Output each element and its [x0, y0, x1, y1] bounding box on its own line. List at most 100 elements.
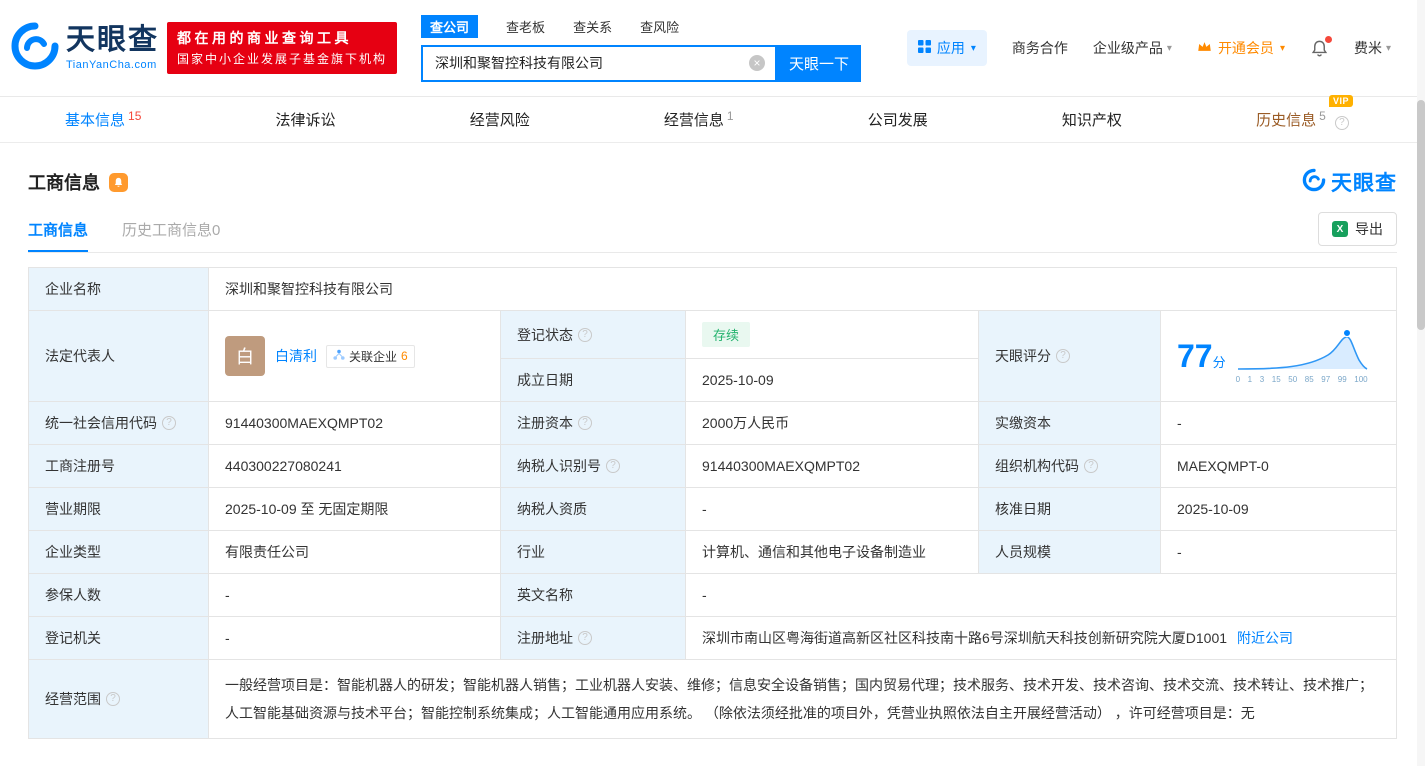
tab-basic-info-count: 15: [128, 109, 142, 123]
table-row: 法定代表人 白 白清利 关联企业 6 登记状态 ? 存续 天眼评分 ? 77分 …: [28, 310, 1397, 402]
enterprise-product-label: 企业级产品: [1092, 40, 1163, 56]
search-tabs: 查公司 查老板 查关系 查风险: [421, 14, 861, 38]
header: 天眼查 TianYanCha.com 都在用的商业查询工具 国家中小企业发展子基…: [0, 0, 1425, 97]
tab-intellectual-property[interactable]: 知识产权: [1062, 109, 1122, 130]
app-menu[interactable]: 应用 ▾: [906, 30, 987, 66]
approval-date-label: 核准日期: [978, 487, 1161, 531]
insured-label: 参保人数: [28, 573, 209, 617]
search-tab-company[interactable]: 查公司: [421, 14, 479, 38]
search-area: 查公司 查老板 查关系 查风险 × 天眼一下: [421, 14, 862, 82]
reg-capital-label-text: 注册资本: [517, 415, 573, 431]
clear-icon[interactable]: ×: [749, 55, 766, 71]
subtab-business-info[interactable]: 工商信息: [28, 211, 89, 252]
vip-button[interactable]: 开通会员 ▾: [1197, 38, 1285, 58]
search-input[interactable]: [423, 55, 750, 71]
chevron-down-icon: ▾: [1166, 42, 1172, 54]
english-name-value: -: [685, 573, 1397, 617]
tab-legal-proceedings[interactable]: 法律诉讼: [276, 109, 336, 130]
help-icon[interactable]: ?: [1334, 116, 1349, 130]
axis-tick: 15: [1271, 375, 1281, 384]
search-button[interactable]: 天眼一下: [777, 44, 862, 82]
search-tab-relation[interactable]: 查关系: [573, 17, 612, 36]
help-icon[interactable]: ?: [162, 416, 176, 430]
legal-rep-avatar[interactable]: 白: [225, 336, 265, 376]
nearby-companies-link[interactable]: 附近公司: [1237, 630, 1293, 646]
business-scope-label-text: 经营范围: [45, 691, 101, 707]
notification-bell-icon[interactable]: [1310, 35, 1332, 58]
table-row: 登记机关 - 注册地址? 深圳市南山区粤海街道高新区社区科技南十路6号深圳航天科…: [28, 616, 1397, 660]
business-term-value: 2025-10-09 至 无固定期限: [208, 487, 501, 531]
export-button[interactable]: X 导出: [1318, 212, 1397, 246]
enterprise-product-menu[interactable]: 企业级产品 ▾: [1093, 38, 1172, 58]
address-cell: 深圳市南山区粤海街道高新区社区科技南十路6号深圳航天科技创新研究院大厦D1001…: [685, 616, 1397, 660]
subtab-history-business-info[interactable]: 历史工商信息0: [122, 211, 220, 252]
export-button-label: 导出: [1355, 221, 1383, 237]
english-name-label: 英文名称: [500, 573, 686, 617]
establish-date-label: 成立日期: [500, 358, 686, 402]
tab-business-info-count: 1: [726, 109, 734, 123]
tab-history-info[interactable]: VIP 历史信息 5 ?: [1256, 95, 1353, 130]
tab-business-risk[interactable]: 经营风险: [470, 109, 530, 130]
tab-business-info[interactable]: 经营信息 1: [664, 109, 734, 130]
user-menu[interactable]: 费米 ▾: [1354, 38, 1391, 58]
reg-authority-value: -: [208, 616, 501, 660]
business-coop-link[interactable]: 商务合作: [1012, 38, 1068, 58]
help-icon[interactable]: ?: [606, 459, 620, 473]
help-icon[interactable]: ?: [578, 327, 592, 342]
tab-company-development[interactable]: 公司发展: [868, 109, 928, 130]
axis-tick: 1: [1247, 375, 1253, 384]
business-coop-label: 商务合作: [1011, 40, 1068, 56]
staff-size-value: -: [1160, 530, 1397, 574]
taxpayer-id-label: 纳税人识别号?: [500, 444, 686, 488]
subscribe-bell-icon[interactable]: [109, 172, 128, 192]
related-companies-count: 6: [401, 349, 408, 363]
industry-value: 计算机、通信和其他电子设备制造业: [685, 530, 979, 574]
score-distribution-chart: 0 1 3 15 50 85 97 99 100: [1236, 328, 1368, 384]
score-value: 77: [1177, 338, 1213, 374]
tab-business-risk-label: 经营风险: [469, 112, 530, 129]
table-row: 营业期限 2025-10-09 至 无固定期限 纳税人资质 - 核准日期 202…: [28, 487, 1397, 531]
axis-tick: 99: [1337, 375, 1347, 384]
related-companies-tag[interactable]: 关联企业 6: [326, 344, 415, 368]
company-type-value: 有限责任公司: [208, 530, 501, 574]
help-icon[interactable]: ?: [1084, 459, 1098, 473]
credit-code-value: 91440300MAEXQMPT02: [208, 401, 501, 445]
help-icon[interactable]: ?: [578, 631, 592, 645]
company-name-value: 深圳和聚智控科技有限公司: [208, 267, 1397, 311]
tianyancha-logo[interactable]: 天眼查 TianYanCha.com: [10, 21, 159, 76]
reg-number-value: 440300227080241: [208, 444, 501, 488]
address-value: 深圳市南山区粤海街道高新区社区科技南十路6号深圳航天科技创新研究院大厦D1001: [702, 630, 1228, 646]
tab-business-info-label: 经营信息: [663, 112, 724, 129]
search-tab-boss[interactable]: 查老板: [506, 17, 545, 36]
tab-basic-info[interactable]: 基本信息 15: [65, 109, 141, 130]
sub-tab-bar: 工商信息 历史工商信息0 X 导出: [28, 211, 1397, 253]
address-label: 注册地址?: [500, 616, 686, 660]
tianyancha-logo-icon: [10, 21, 60, 76]
tab-basic-info-label: 基本信息: [65, 112, 126, 129]
legal-rep-link[interactable]: 白清利: [275, 346, 317, 366]
help-icon[interactable]: ?: [578, 416, 592, 430]
reg-status-cell: 存续: [685, 310, 979, 359]
scrollbar-thumb[interactable]: [1417, 100, 1425, 330]
scrollbar[interactable]: [1417, 0, 1425, 766]
legal-rep-label: 法定代表人: [28, 310, 209, 402]
score-cell: 77分 0 1 3 15 50 85 97 99 100: [1160, 310, 1397, 402]
chevron-down-icon: ▾: [1385, 42, 1391, 54]
business-info-table: 企业名称 深圳和聚智控科技有限公司 法定代表人 白 白清利 关联企业 6 登记状…: [28, 267, 1397, 739]
top-navigation: 应用 ▾ 商务合作 企业级产品 ▾ 开通会员 ▾ 费米 ▾: [906, 30, 1391, 66]
table-row: 经营范围? 一般经营项目是：智能机器人的研发；智能机器人销售；工业机器人安装、维…: [28, 659, 1397, 739]
excel-icon: X: [1332, 221, 1348, 237]
tianyancha-watermark-text: 天眼查: [1331, 172, 1397, 195]
search-box: ×: [421, 44, 778, 82]
taxpayer-id-label-text: 纳税人识别号: [517, 458, 601, 474]
search-tab-risk[interactable]: 查风险: [640, 17, 679, 36]
company-name-label: 企业名称: [28, 267, 209, 311]
help-icon[interactable]: ?: [1056, 349, 1070, 363]
brand-tagline: 都在用的商业查询工具 国家中小企业发展子基金旗下机构: [167, 21, 398, 75]
tab-history-info-label: 历史信息: [1256, 112, 1317, 129]
insured-value: -: [208, 573, 501, 617]
tab-bar: 基本信息 15 法律诉讼 经营风险 经营信息 1 公司发展 知识产权 VIP 历史信…: [0, 95, 1425, 143]
score-axis: 0 1 3 15 50 85 97 99 100: [1236, 375, 1368, 384]
axis-tick: 100: [1354, 375, 1368, 384]
help-icon[interactable]: ?: [106, 692, 120, 706]
